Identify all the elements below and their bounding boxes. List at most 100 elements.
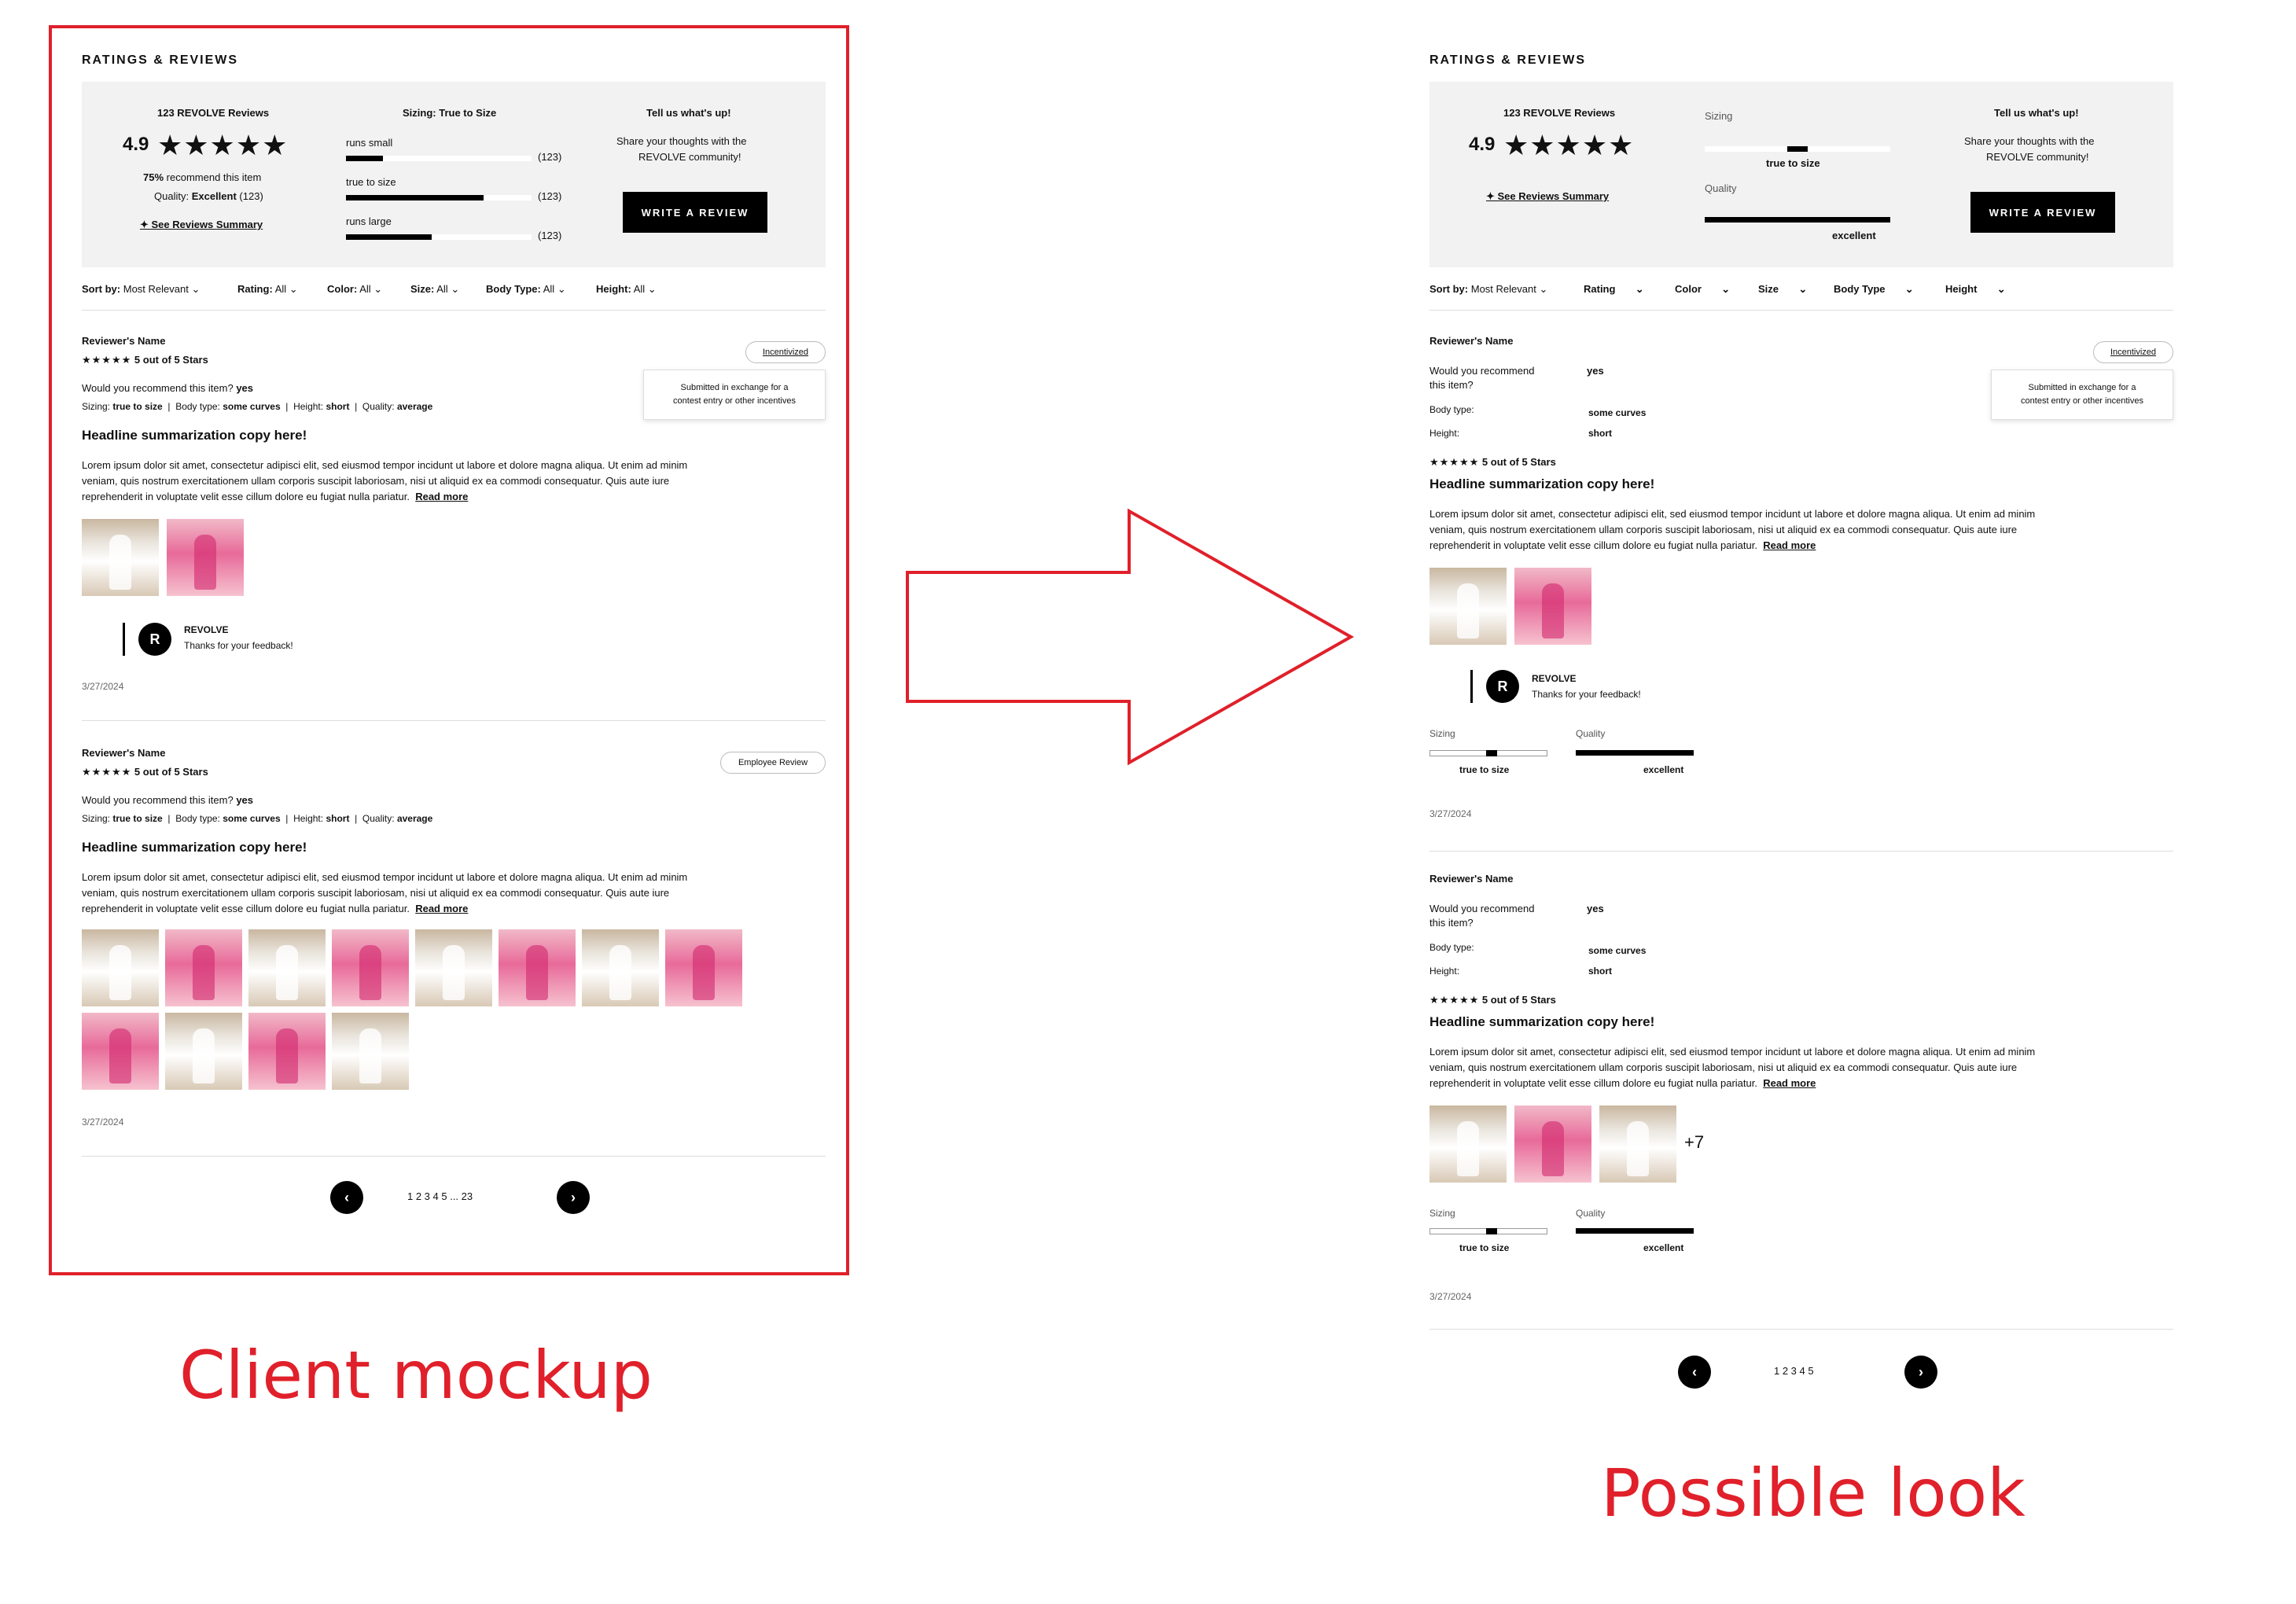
review-photo[interactable] (665, 929, 742, 1006)
left-filter-size[interactable]: Size: All ⌄ (410, 283, 459, 296)
chevron-down-icon: ⌄ (289, 283, 298, 295)
review-height-value: short (1588, 428, 1612, 439)
review-photo[interactable] (1599, 1106, 1676, 1183)
review-photo[interactable] (415, 929, 492, 1006)
review-photo[interactable] (1429, 568, 1507, 645)
left-filter-color[interactable]: Color: All ⌄ (327, 283, 382, 296)
right-cta-line1: Share your thoughts with the (1964, 135, 2095, 147)
review-recommend-question-cont: this item? (1429, 917, 1474, 929)
right-rating-value: 4.9 (1469, 134, 1496, 155)
left-recommend-line: 75% recommend this item (143, 171, 262, 183)
reviewer-name: Reviewer's Name (1429, 873, 1514, 885)
left-rating-stars: ★★★★★ (157, 129, 289, 161)
review-stars: ★★★★★ 5 out of 5 Stars (1429, 994, 1556, 1006)
left-see-summary-link[interactable]: ✦ See Reviews Summary (140, 219, 263, 231)
review-date: 3/27/2024 (82, 681, 124, 692)
left-quality-line: Quality: Excellent (123) (154, 190, 263, 202)
chevron-down-icon: ⌄ (1798, 283, 1808, 295)
reviewer-name: Reviewer's Name (82, 747, 166, 759)
sizing-row-label: runs large (346, 215, 392, 227)
right-sizing-marker (1787, 146, 1808, 152)
page-numbers[interactable]: 1 2 3 4 5 ... 23 (407, 1190, 473, 1202)
chevron-down-icon: ⌄ (1996, 283, 2006, 295)
left-filter-rating[interactable]: Rating: All ⌄ (237, 283, 298, 296)
review-height-label: Height: (1429, 428, 1460, 439)
review-photo[interactable] (582, 929, 659, 1006)
right-see-summary-link[interactable]: ✦ See Reviews Summary (1486, 190, 1609, 203)
read-more-link[interactable]: Read more (415, 903, 468, 914)
review-quality-label: Quality (1576, 728, 1606, 739)
right-quality-bar (1705, 217, 1890, 223)
left-filter-sort[interactable]: Sort by: Most Relevant ⌄ (82, 283, 200, 296)
review-divider (1429, 1329, 2173, 1330)
review-divider (82, 720, 826, 721)
right-filter-body-type[interactable]: Body Type ⌄ (1834, 283, 1914, 296)
left-filter-height[interactable]: Height: All ⌄ (596, 283, 657, 296)
review-attributes: Sizing: true to size | Body type: some c… (82, 401, 433, 412)
review-photo[interactable] (332, 929, 409, 1006)
sizing-row-count: (123) (538, 190, 562, 202)
review-photo[interactable] (82, 519, 159, 596)
review-photo[interactable] (82, 1013, 159, 1090)
sizing-row-count: (123) (538, 230, 562, 241)
possible-look-caption: Possible look (1601, 1455, 2026, 1532)
read-more-link[interactable]: Read more (1763, 539, 1816, 551)
review-photo[interactable] (1514, 1106, 1591, 1183)
review-photo[interactable] (248, 929, 326, 1006)
right-sizing-label: Sizing (1705, 110, 1733, 122)
review-photo[interactable] (1514, 568, 1591, 645)
review-photo[interactable] (165, 1013, 242, 1090)
right-filter-sort[interactable]: Sort by: Most Relevant ⌄ (1429, 283, 1547, 296)
incentivized-badge[interactable]: Incentivized (2093, 341, 2173, 363)
review-photo[interactable] (167, 519, 244, 596)
left-write-review-button[interactable]: WRITE A REVIEW (623, 192, 767, 233)
review-photo[interactable] (165, 929, 242, 1006)
page-numbers[interactable]: 1 2 3 4 5 (1774, 1365, 1814, 1377)
review-divider (82, 1156, 826, 1157)
review-recommend-answer: yes (1587, 365, 1604, 377)
review-quality-bar (1576, 1228, 1694, 1234)
review-stars: ★★★★★ 5 out of 5 Stars (82, 354, 208, 366)
review-quality-label: Quality (1576, 1208, 1606, 1219)
review-recommend-question: Would you recommend (1429, 903, 1535, 914)
review-photo[interactable] (1429, 1106, 1507, 1183)
right-filter-size[interactable]: Size ⌄ (1758, 283, 1807, 296)
left-filters-divider (82, 310, 826, 311)
review-photo[interactable] (248, 1013, 326, 1090)
next-page-button[interactable]: › (1904, 1356, 1937, 1389)
chevron-down-icon: ⌄ (647, 283, 657, 295)
read-more-link[interactable]: Read more (1763, 1077, 1816, 1089)
left-filter-body-type[interactable]: Body Type: All ⌄ (486, 283, 566, 296)
review-quality-bar (1576, 750, 1694, 756)
review-date: 3/27/2024 (1429, 808, 1472, 819)
more-photos-count[interactable]: +7 (1684, 1132, 1704, 1153)
prev-page-button[interactable]: ‹ (1678, 1356, 1711, 1389)
read-more-link[interactable]: Read more (415, 491, 468, 502)
left-sizing-title: Sizing: True to Size (403, 107, 497, 119)
reviewer-name: Reviewer's Name (82, 335, 166, 347)
right-quality-value: excellent (1832, 230, 1876, 241)
prev-page-button[interactable]: ‹ (330, 1181, 363, 1214)
review-photo[interactable] (332, 1013, 409, 1090)
review-photo[interactable] (82, 929, 159, 1006)
review-headline: Headline summarization copy here! (1429, 476, 1655, 491)
review-stars: ★★★★★ 5 out of 5 Stars (82, 766, 208, 778)
review-height-label: Height: (1429, 966, 1460, 977)
review-body-type-value: some curves (1588, 407, 1647, 418)
right-write-review-button[interactable]: WRITE A REVIEW (1970, 192, 2115, 233)
left-cta-title: Tell us what's up! (646, 107, 731, 119)
right-filter-height[interactable]: Height ⌄ (1945, 283, 2006, 296)
left-reviews-count: 123 REVOLVE Reviews (157, 107, 270, 119)
brand-reply-name: REVOLVE (184, 624, 229, 635)
right-rating-stars: ★★★★★ (1503, 129, 1635, 161)
review-photo[interactable] (499, 929, 576, 1006)
review-date: 3/27/2024 (1429, 1291, 1472, 1302)
incentivized-badge[interactable]: Incentivized (745, 341, 826, 363)
right-filter-rating[interactable]: Rating ⌄ (1584, 283, 1644, 296)
chevron-down-icon: ⌄ (1539, 283, 1548, 295)
right-filter-color[interactable]: Color ⌄ (1675, 283, 1730, 296)
review-height-value: short (1588, 966, 1612, 977)
chevron-down-icon: ⌄ (557, 283, 566, 295)
incentive-tooltip: Submitted in exchange for a contest entry… (1991, 370, 2173, 420)
next-page-button[interactable]: › (557, 1181, 590, 1214)
